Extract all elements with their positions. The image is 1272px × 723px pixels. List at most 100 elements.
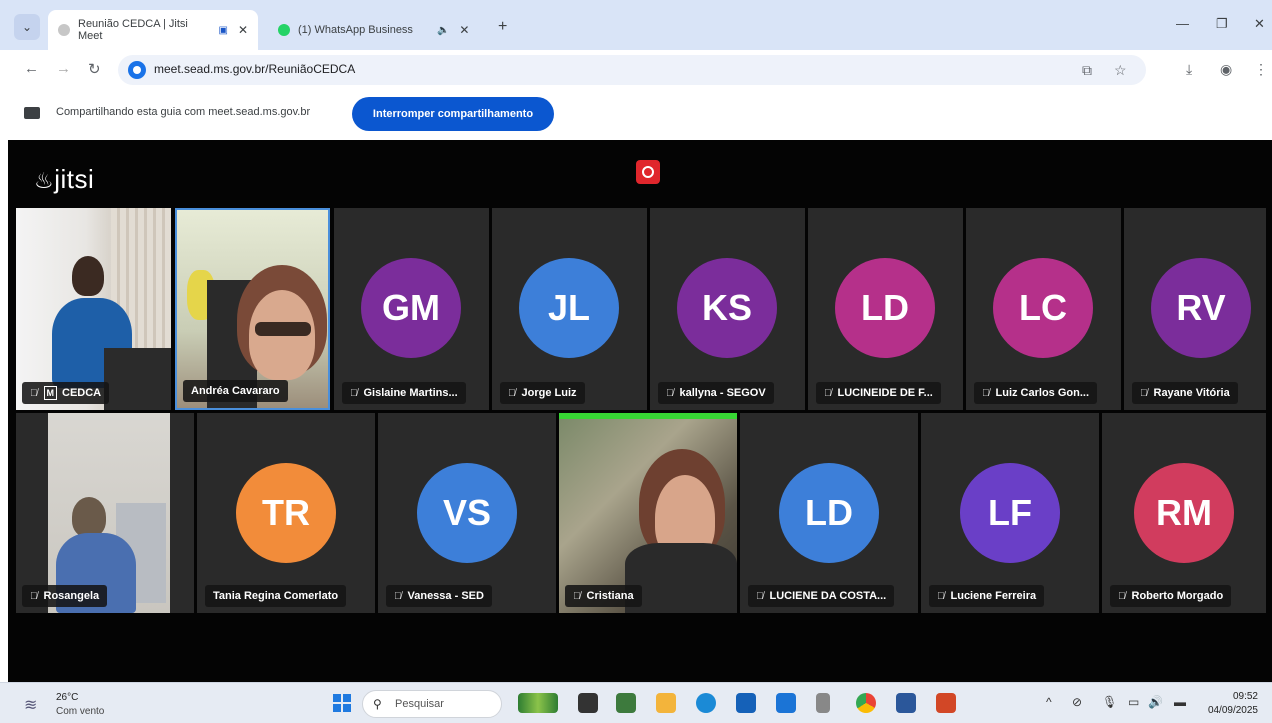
microphone-tray-icon[interactable]: 🎙 — [1102, 695, 1117, 709]
system-clock[interactable]: 09:52 04/09/2025 — [1208, 690, 1258, 718]
clock-time: 09:52 — [1232, 691, 1258, 702]
minimize-icon[interactable]: — — [1176, 16, 1189, 31]
outlook-icon[interactable] — [776, 693, 796, 713]
widgets-icon[interactable] — [518, 693, 558, 713]
chrome-icon[interactable] — [856, 693, 876, 713]
browser-toolbar: ← → ↻ meet.sead.ms.gov.br/ReuniãoCEDCA ☆… — [0, 50, 1272, 88]
participant-tile-lc[interactable]: LC 🎙̸ Luiz Carlos Gon... — [966, 208, 1121, 410]
tab-whatsapp[interactable]: (1) WhatsApp Business 🔈 ✕ — [268, 10, 488, 50]
whatsapp-icon — [278, 24, 290, 36]
search-icon: ⚲ — [373, 697, 382, 711]
mic-app-icon[interactable] — [816, 693, 830, 713]
task-view-icon[interactable] — [578, 693, 598, 713]
avatar: VS — [417, 463, 517, 563]
reload-icon[interactable]: ↻ — [88, 60, 101, 78]
close-tab-icon[interactable]: ✕ — [238, 23, 248, 37]
avatar: GM — [361, 258, 461, 358]
tab-search-dropdown[interactable]: ⌄ — [14, 14, 40, 40]
mic-muted-icon: 🎙̸ — [1118, 591, 1126, 602]
screen-share-icon — [24, 107, 40, 119]
mic-muted-icon: 🎙̸ — [982, 388, 990, 399]
url-text[interactable]: meet.sead.ms.gov.br/ReuniãoCEDCA — [154, 62, 355, 76]
participant-tile-cedca[interactable]: 🎙̸ M CEDCA — [16, 208, 171, 410]
participant-name-label: 🎙̸ kallyna - SEGOV — [658, 382, 774, 404]
tray-chevron-icon[interactable]: ^ — [1046, 695, 1052, 709]
avatar: JL — [519, 258, 619, 358]
moderator-icon: M — [43, 386, 57, 400]
participant-tile-tr[interactable]: TR Tania Regina Comerlato — [197, 413, 375, 613]
profile-icon[interactable]: ◉ — [1220, 61, 1232, 78]
participant-name-label: Andréa Cavararo — [183, 380, 288, 402]
participant-tile-rv[interactable]: RV 🎙̸ Rayane Vitória — [1124, 208, 1266, 410]
avatar: LC — [993, 258, 1093, 358]
store-icon[interactable] — [616, 693, 636, 713]
restore-icon[interactable]: ❐ — [1216, 16, 1228, 32]
new-tab-button[interactable]: + — [498, 18, 507, 36]
mic-muted-icon: 🎙̸ — [350, 388, 358, 399]
mic-muted-icon: 🎙̸ — [573, 591, 581, 602]
close-window-icon[interactable]: ✕ — [1254, 16, 1265, 32]
mic-muted-icon: 🎙̸ — [666, 388, 674, 399]
site-info-icon[interactable] — [128, 61, 146, 79]
forward-icon[interactable]: → — [56, 60, 71, 77]
tab-title: Reunião CEDCA | Jitsi Meet — [78, 18, 188, 42]
volume-icon[interactable]: 🔊 — [1148, 695, 1163, 709]
participant-tile-vs[interactable]: VS 🎙̸ Vanessa - SED — [378, 413, 556, 613]
participant-name-label: 🎙̸ Gislaine Martins... — [342, 382, 466, 404]
address-bar[interactable]: meet.sead.ms.gov.br/ReuniãoCEDCA ☆ ⧉ — [118, 55, 1146, 85]
participant-tile-andrea[interactable]: Andréa Cavararo — [175, 208, 330, 410]
tray-app-icon[interactable]: ⊘ — [1072, 695, 1082, 709]
participant-tile-lf[interactable]: LF 🎙̸ Luciene Ferreira — [921, 413, 1099, 613]
bookmark-star-icon[interactable]: ☆ — [1114, 62, 1127, 79]
weather-temperature[interactable]: 26°C — [56, 692, 78, 703]
avatar: RM — [1134, 463, 1234, 563]
wind-weather-icon[interactable]: ≋ — [24, 695, 37, 715]
recording-indicator-icon[interactable] — [636, 160, 660, 184]
jitsi-tab-icon — [58, 24, 70, 36]
weather-condition[interactable]: Com vento — [56, 706, 104, 717]
participant-tile-rm[interactable]: RM 🎙̸ Roberto Morgado — [1102, 413, 1266, 613]
tab-reuniao-cedca[interactable]: Reunião CEDCA | Jitsi Meet ▣ ✕ — [48, 10, 258, 50]
participant-tile-jl[interactable]: JL 🎙̸ Jorge Luiz — [492, 208, 647, 410]
mic-muted-icon: 🎙̸ — [508, 388, 516, 399]
avatar: LF — [960, 463, 1060, 563]
start-icon[interactable] — [333, 694, 351, 712]
mic-muted-icon: 🎙̸ — [1140, 388, 1148, 399]
clock-date: 04/09/2025 — [1207, 705, 1258, 716]
participant-name-label: 🎙̸ M CEDCA — [22, 382, 110, 404]
participant-tile-ks[interactable]: KS 🎙̸ kallyna - SEGOV — [650, 208, 805, 410]
file-explorer-icon[interactable] — [656, 693, 676, 713]
close-tab-icon[interactable]: ✕ — [459, 23, 469, 37]
participant-tile-gm[interactable]: GM 🎙̸ Gislaine Martins... — [334, 208, 489, 410]
participant-name-label: 🎙̸ Cristiana — [565, 585, 642, 607]
participant-name-label: 🎙̸ Rayane Vitória — [1132, 382, 1238, 404]
back-icon[interactable]: ← — [24, 60, 39, 77]
stop-sharing-button[interactable]: Interromper compartilhamento — [352, 97, 554, 131]
mic-muted-icon: 🎙̸ — [30, 388, 38, 399]
mic-muted-icon: 🎙̸ — [937, 591, 945, 602]
cast-icon[interactable]: ⧉ — [1082, 62, 1092, 79]
avatar: KS — [677, 258, 777, 358]
participant-tile-rosangela[interactable]: 🎙̸ Rosangela — [16, 413, 194, 613]
taskbar-search[interactable]: ⚲ Pesquisar — [362, 690, 502, 718]
search-placeholder: Pesquisar — [395, 698, 444, 710]
avatar: LD — [779, 463, 879, 563]
download-icon[interactable]: ⤓ — [1186, 61, 1192, 78]
battery-icon[interactable]: ▬ — [1174, 695, 1186, 709]
mic-muted-icon: 🎙̸ — [394, 591, 402, 602]
menu-icon[interactable]: ⋮ — [1254, 61, 1268, 78]
avatar: TR — [236, 463, 336, 563]
participant-name-label: 🎙̸ Roberto Morgado — [1110, 585, 1232, 607]
participant-tile-ld1[interactable]: LD 🎙̸ LUCINEIDE DE F... — [808, 208, 963, 410]
powerpoint-icon[interactable] — [936, 693, 956, 713]
word-icon[interactable] — [896, 693, 916, 713]
participant-tile-ld2[interactable]: LD 🎙̸ LUCIENE DA COSTA... — [740, 413, 918, 613]
edge-icon[interactable] — [696, 693, 716, 713]
network-icon[interactable]: ▭ — [1128, 695, 1139, 709]
audio-playing-icon[interactable]: 🔈 — [437, 25, 449, 36]
jitsi-meeting-area: ♨jitsi 🎙̸ M CEDCA Andréa Cavararo GM 🎙̸ Gis… — [8, 140, 1272, 682]
participant-tile-cristiana[interactable]: 🎙̸ Cristiana — [559, 413, 737, 613]
participant-name-label: 🎙̸ Jorge Luiz — [500, 382, 585, 404]
calendar-app-icon[interactable] — [736, 693, 756, 713]
participant-name-label: 🎙̸ Vanessa - SED — [386, 585, 492, 607]
